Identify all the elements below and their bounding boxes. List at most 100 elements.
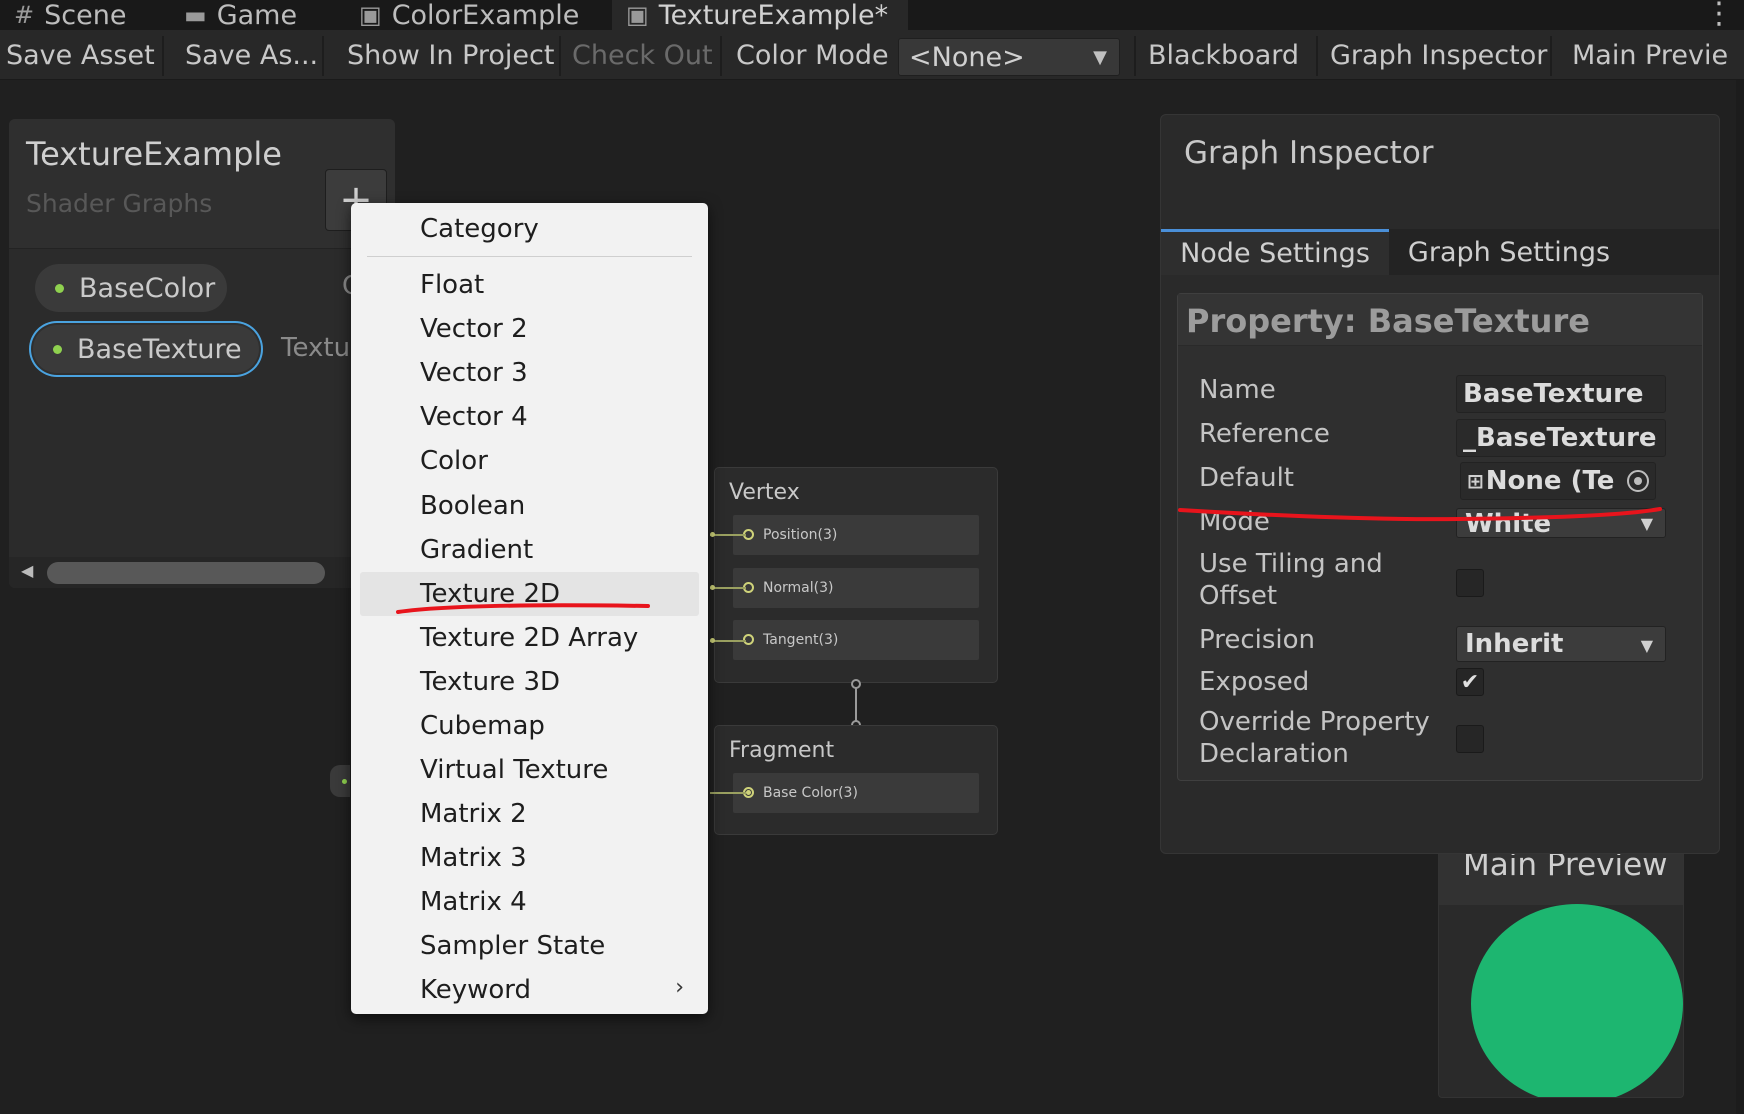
vertex-context: Vertex Position(3) Normal(3) Tangent(3) [714,467,998,683]
override-property-declaration-checkbox[interactable] [1456,725,1484,753]
vertex-slot-tangent[interactable]: Tangent(3) [733,620,979,660]
chevron-right-icon: › [675,975,684,1000]
wire [710,534,746,536]
vertex-title: Vertex [729,480,800,505]
menu-item-texture2d[interactable]: Texture 2D [420,574,700,614]
reference-label: Reference [1199,419,1330,449]
menu-item-matrix3[interactable]: Matrix 3 [420,838,700,878]
show-in-project-button[interactable]: Show In Project [341,30,554,80]
use-tiling-offset-checkbox[interactable] [1456,569,1484,597]
add-property-menu: Category Float Vector 2 Vector 3 Vector … [351,203,708,1014]
toolbar-divider [1316,36,1318,76]
tab-textureexample[interactable]: ▣ TextureExample* [612,0,908,31]
menu-item-vector2[interactable]: Vector 2 [420,309,700,349]
exposed-dot-icon [53,345,62,354]
main-preview-toggle-button[interactable]: Main Previe [1566,30,1728,80]
reference-field[interactable]: _BaseTexture [1456,419,1666,457]
menu-item-cubemap[interactable]: Cubemap [420,706,700,746]
fragment-slot-basecolor[interactable]: Base Color(3) [733,773,979,813]
menu-item-color[interactable]: Color [420,441,700,481]
shadergraph-icon: ▣ [359,1,382,29]
exposed-checkbox[interactable]: ✔ [1456,668,1484,696]
wire-end-dot [710,585,715,590]
menu-divider [367,256,692,257]
window-edge [1736,80,1744,1114]
menu-item-vector3[interactable]: Vector 3 [420,353,700,393]
mode-select[interactable]: White ▼ [1456,508,1666,538]
gamepad-icon: ▬ [184,1,207,29]
menu-item-gradient[interactable]: Gradient [420,530,700,570]
chevron-down-icon: ▼ [1093,47,1107,68]
property-header: Property: BaseTexture [1178,294,1702,346]
fragment-title: Fragment [729,738,835,763]
property-settings: Property: BaseTexture Name BaseTexture R… [1177,293,1703,781]
tab-label: Scene [44,0,127,31]
menu-item-boolean[interactable]: Boolean [420,486,700,526]
tab-label: Game [216,0,298,31]
tab-game[interactable]: ▬ Game [170,0,311,31]
shadergraph-toolbar: Save Asset Save As... Show In Project Ch… [0,30,1744,80]
wire [710,640,746,642]
mode-label: Mode [1199,507,1270,537]
scrollbar-thumb[interactable] [47,562,325,584]
menu-item-matrix4[interactable]: Matrix 4 [420,882,700,922]
graph-inspector-toggle-button[interactable]: Graph Inspector [1324,30,1547,80]
horizontal-scrollbar[interactable]: ◀ [9,557,395,588]
property-pill-basecolor[interactable]: BaseColor [35,264,227,312]
tab-colorexample[interactable]: ▣ ColorExample [345,0,593,31]
blackboard-header: TextureExample Shader Graphs + [9,119,395,249]
menu-item-texture3d[interactable]: Texture 3D [420,662,700,702]
tab-label: ColorExample [391,0,580,31]
wire [710,587,746,589]
menu-header: Category [420,214,539,244]
default-texture-value: None (Te [1485,466,1615,496]
name-field[interactable]: BaseTexture [1456,375,1666,413]
object-picker-icon[interactable] [1627,470,1649,492]
vertex-slot-normal[interactable]: Normal(3) [733,568,979,608]
menu-item-matrix2[interactable]: Matrix 2 [420,794,700,834]
tab-scene[interactable]: # Scene [0,0,140,31]
menu-item-sampler-state[interactable]: Sampler State [420,926,700,966]
color-mode-label: Color Mode [736,39,889,71]
default-texture-field[interactable]: ⊞ None (Te [1460,462,1656,500]
override-property-declaration-label: Override Property Declaration [1199,707,1430,769]
property-pill-basetexture[interactable]: BaseTexture [33,325,259,373]
precision-label: Precision [1199,625,1316,655]
blackboard-toggle-button[interactable]: Blackboard [1142,30,1299,80]
window-tab-bar: # Scene ▬ Game ▣ ColorExample ▣ TextureE… [0,0,1744,31]
tab-node-settings[interactable]: Node Settings [1161,229,1389,275]
default-label: Default [1199,463,1294,493]
texture-icon: ⊞ [1467,469,1484,493]
color-mode-select[interactable]: <None> ▼ [898,38,1120,76]
toolbar-divider [162,36,164,76]
node-output-port[interactable] [330,765,350,797]
scroll-left-icon[interactable]: ◀ [21,561,33,580]
tab-graph-settings[interactable]: Graph Settings [1389,229,1629,275]
wire-end-dot [710,638,715,643]
preview-sphere[interactable] [1471,904,1683,1097]
graph-inspector-panel: Graph Inspector Node Settings Graph Sett… [1160,114,1720,854]
exposed-dot-icon [55,284,64,293]
property-title: Property: BaseTexture [1186,302,1590,340]
toolbar-divider [559,36,561,76]
precision-value: Inherit [1465,629,1564,659]
save-as-button[interactable]: Save As... [179,30,318,80]
precision-select[interactable]: Inherit ▼ [1456,626,1666,662]
check-out-button[interactable]: Check Out [566,30,713,80]
menu-item-float[interactable]: Float [420,265,700,305]
menu-item-vector4[interactable]: Vector 4 [420,397,700,437]
menu-item-keyword[interactable]: Keyword [420,970,700,1010]
toolbar-divider [1134,36,1136,76]
use-tiling-offset-label: Use Tiling and Offset [1199,549,1383,611]
main-preview-panel: Main Preview [1438,850,1684,1098]
more-options-icon[interactable]: ⋮ [1704,0,1734,31]
menu-item-texture2d-array[interactable]: Texture 2D Array [420,618,700,658]
menu-item-virtual-texture[interactable]: Virtual Texture [420,750,700,790]
property-name: BaseTexture [77,333,242,365]
toolbar-divider [1550,36,1552,76]
mode-value: White [1465,509,1552,538]
wire [710,792,746,794]
vertex-slot-position[interactable]: Position(3) [733,515,979,555]
chevron-down-icon: ▼ [1640,514,1653,533]
save-asset-button[interactable]: Save Asset [0,30,155,80]
